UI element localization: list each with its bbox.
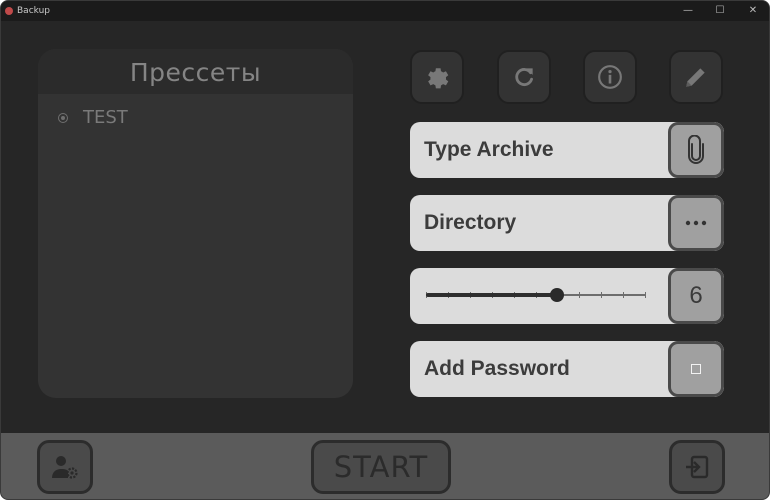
compression-value: 6 [689,282,703,309]
paperclip-icon [688,135,704,164]
title-bar[interactable]: Backup — ☐ ✕ [1,1,769,21]
slider-tick [579,292,581,298]
app-icon [5,7,13,15]
exit-icon [686,455,709,479]
compression-slider-field: 6 [410,268,724,324]
preset-item-test[interactable]: TEST [58,107,128,128]
slider-fill [426,293,558,297]
edit-button[interactable] [669,50,723,104]
exit-button[interactable] [669,440,725,494]
user-settings-button[interactable] [37,440,93,494]
slider-thumb[interactable] [550,288,565,302]
info-icon [598,65,622,89]
refresh-icon [515,68,533,86]
password-checkbox[interactable] [691,364,701,374]
refresh-button[interactable] [497,50,551,104]
password-label: Add Password [424,357,570,380]
presets-panel: Прессеты TEST [38,49,353,398]
start-label: START [333,450,429,484]
window-title: Backup [17,6,50,16]
maximize-button[interactable]: ☐ [705,1,735,21]
info-button[interactable] [583,50,637,104]
presets-title: Прессеты [38,49,353,94]
close-button[interactable]: ✕ [738,1,768,21]
archive-type-button[interactable] [668,122,724,178]
slider-tick [623,292,625,298]
directory-field[interactable]: Directory [410,195,724,251]
slider-tick [601,292,603,298]
gear-icon [428,68,449,89]
directory-label: Directory [424,211,517,234]
directory-browse-button[interactable] [668,195,724,251]
minimize-button[interactable]: — [673,1,703,21]
app-window: Backup — ☐ ✕ Прессеты TEST Type Archive … [0,0,770,500]
preset-radio[interactable] [58,112,68,123]
bottom-bar: START [1,433,769,499]
compression-value-box: 6 [668,268,724,324]
archive-type-field[interactable]: Type Archive [410,122,724,178]
password-field[interactable]: Add Password [410,341,724,397]
more-dots-icon [685,220,707,226]
pencil-icon [686,68,705,87]
preset-label: TEST [83,107,128,128]
password-checkbox-button[interactable] [668,341,724,397]
slider-tick [645,292,646,298]
archive-type-label: Type Archive [424,138,554,161]
settings-button[interactable] [410,50,464,104]
compression-slider[interactable] [426,288,646,302]
user-settings-icon [52,456,78,479]
start-button[interactable]: START [311,440,451,494]
